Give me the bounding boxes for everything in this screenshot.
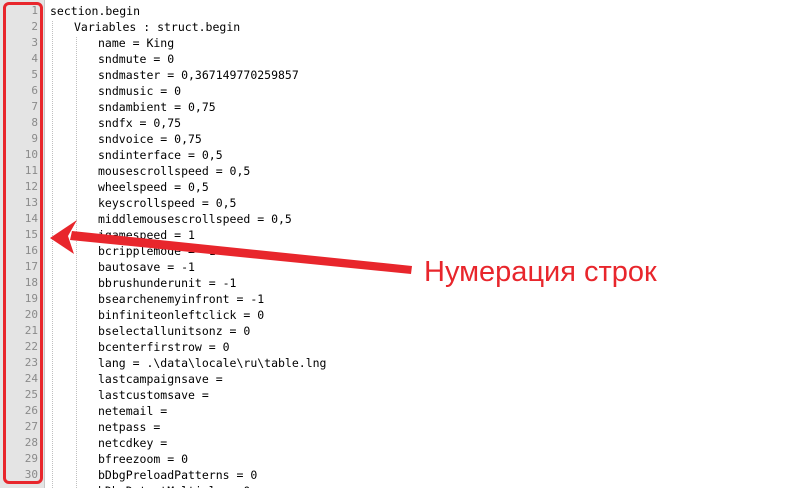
code-line[interactable]: bsearchenemyinfront = -1 <box>98 291 264 307</box>
code-line[interactable]: netemail = <box>98 403 167 419</box>
code-line[interactable]: sndmute = 0 <box>98 51 174 67</box>
code-line[interactable]: sndvoice = 0,75 <box>98 131 202 147</box>
code-line[interactable]: binfiniteonleftclick = 0 <box>98 307 264 323</box>
code-line[interactable]: bbrushunderunit = -1 <box>98 275 236 291</box>
code-line[interactable]: lastcustomsave = <box>98 387 209 403</box>
code-line[interactable]: bcripplemode = -1 <box>98 243 216 259</box>
indent-guide <box>52 21 53 488</box>
code-line[interactable]: keyscrollspeed = 0,5 <box>98 195 236 211</box>
code-line[interactable]: lang = .\data\locale\ru\table.lng <box>98 355 326 371</box>
code-line[interactable]: middlemousescrollspeed = 0,5 <box>98 211 292 227</box>
code-line[interactable]: igamespeed = 1 <box>98 227 195 243</box>
code-line[interactable]: wheelspeed = 0,5 <box>98 179 209 195</box>
code-line[interactable]: bDbgPreloadPatterns = 0 <box>98 467 257 483</box>
code-line[interactable]: sndinterface = 0,5 <box>98 147 223 163</box>
code-line[interactable]: sndmusic = 0 <box>98 83 181 99</box>
code-line[interactable]: netpass = <box>98 419 160 435</box>
code-line[interactable]: section.begin <box>50 3 140 19</box>
code-line[interactable]: name = King <box>98 35 174 51</box>
code-line[interactable]: netcdkey = <box>98 435 167 451</box>
code-line[interactable]: bDbgDetectMultiply = 0 <box>98 483 250 488</box>
code-line[interactable]: bcenterfirstrow = 0 <box>98 339 230 355</box>
annotation-label: Нумерация строк <box>424 256 657 288</box>
code-line[interactable]: sndmaster = 0,367149770259857 <box>98 67 299 83</box>
code-line[interactable]: bautosave = -1 <box>98 259 195 275</box>
code-line[interactable]: mousescrollspeed = 0,5 <box>98 163 250 179</box>
code-line[interactable]: Variables : struct.begin <box>74 19 240 35</box>
indent-guide <box>76 37 77 488</box>
code-line[interactable]: sndambient = 0,75 <box>98 99 216 115</box>
gutter-highlight-box <box>3 2 43 484</box>
code-line[interactable]: lastcampaignsave = <box>98 371 223 387</box>
code-line[interactable]: bselectallunitsonz = 0 <box>98 323 250 339</box>
text-editor: 1 2 3 4 5 6 7 8 9 10 11 12 13 14 15 16 17 18 19 20 21 22 23 24 2… <box>0 0 797 488</box>
code-line[interactable]: sndfx = 0,75 <box>98 115 181 131</box>
code-line[interactable]: bfreezoom = 0 <box>98 451 188 467</box>
